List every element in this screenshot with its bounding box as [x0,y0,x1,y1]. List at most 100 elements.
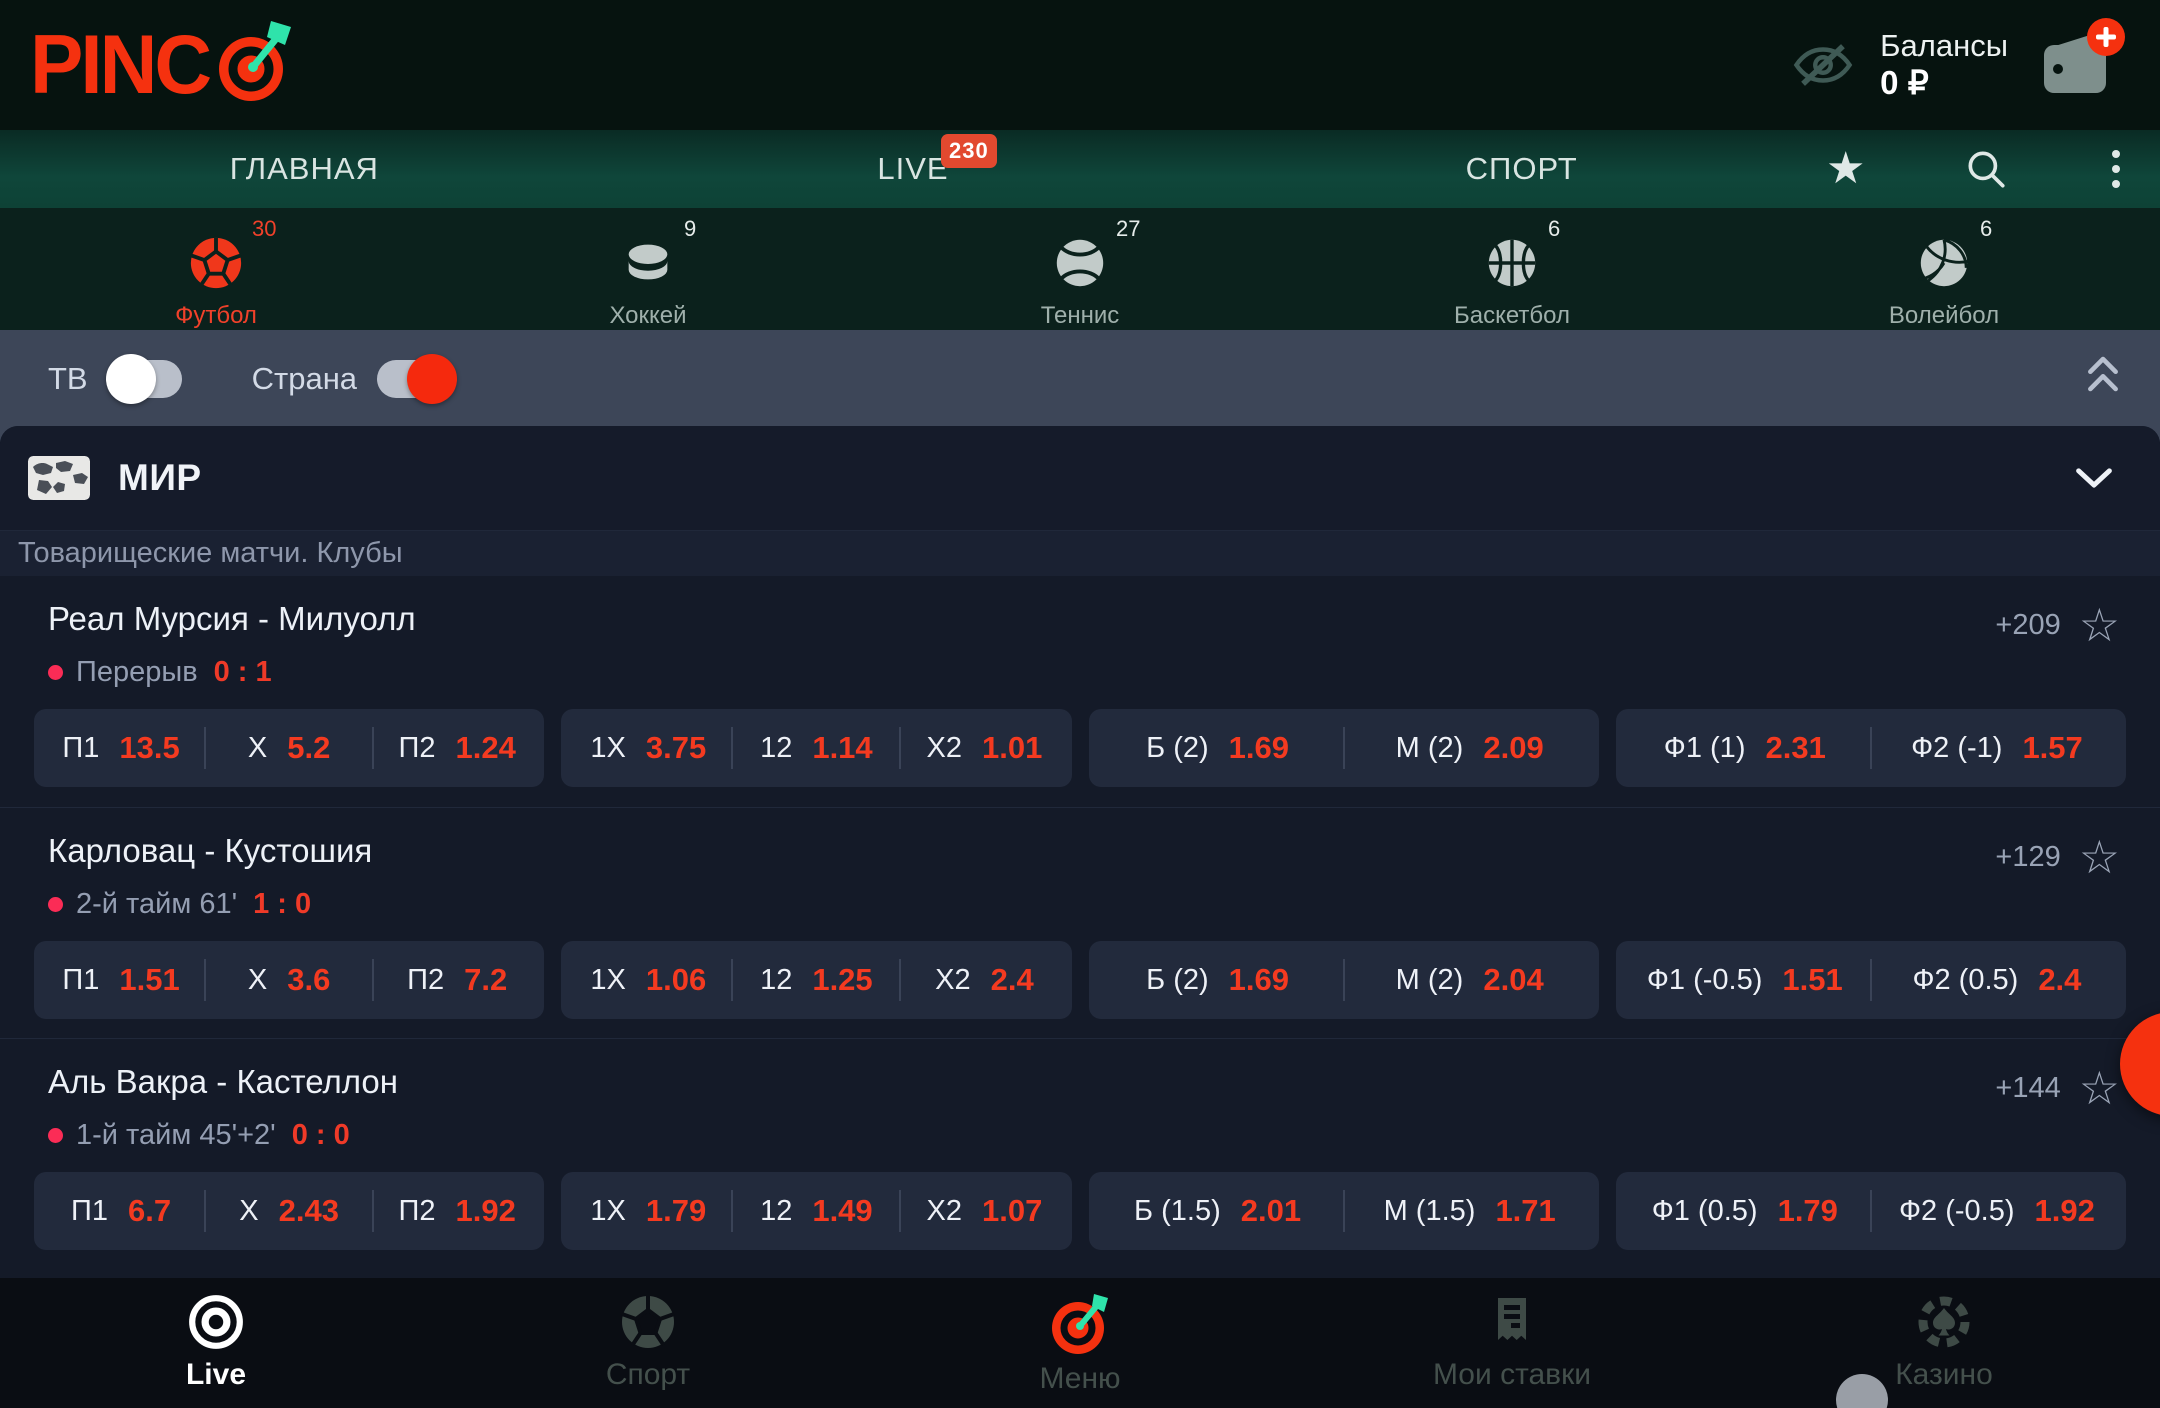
sport-label: Баскетбол [1454,302,1570,330]
more-menu-icon[interactable] [2106,144,2126,194]
tab-glavnaya[interactable]: ГЛАВНАЯ [0,130,609,208]
odd-button[interactable]: П113.5 [38,709,204,787]
odd-button[interactable]: Х22.4 [901,941,1067,1019]
odd-button[interactable]: 1Х1.06 [565,941,731,1019]
country-toggle[interactable] [377,360,451,398]
wallet-button[interactable] [2034,25,2120,105]
odd-button[interactable]: П11.51 [38,941,204,1019]
sport-count: 9 [684,216,696,242]
odd-button[interactable]: Ф2 (-1)1.57 [1872,709,2122,787]
odd-button[interactable]: Х5.2 [206,709,372,787]
bottom-nav-my-bets[interactable]: Мои ставки [1296,1278,1728,1408]
odd-button[interactable]: Х3.6 [206,941,372,1019]
hockey-icon [617,234,679,292]
odds-group-1x2: П113.5 Х5.2 П21.24 [34,709,544,787]
sport-item-hockey[interactable]: 9 Хоккей [432,208,864,330]
bottom-nav-live[interactable]: Live [0,1278,432,1408]
odd-button[interactable]: П27.2 [374,941,540,1019]
balance-value: 0 ₽ [1880,64,1929,102]
match-title[interactable]: Реал Мурсия - Милуолл [48,600,416,638]
live-count-badge: 230 [941,134,997,168]
odds-group-total: Б (2)1.69 М (2)2.04 [1089,941,1599,1019]
favorite-star-icon[interactable]: ☆ [2079,602,2120,648]
top-header: PINC Балансы 0 ₽ [0,0,2160,130]
bet-slip-icon [1482,1292,1542,1352]
tab-live[interactable]: LIVE 230 [609,130,1218,208]
live-target-icon [186,1292,246,1352]
odd-button[interactable]: П21.24 [374,709,540,787]
sport-item-volleyball[interactable]: 6 Волейбол [1728,208,2160,330]
odd-button[interactable]: Б (2)1.69 [1093,709,1343,787]
league-bar: Товарищеские матчи. Клубы [0,530,2160,576]
odd-button[interactable]: М (2)2.04 [1345,941,1595,1019]
odds-group-handicap: Ф1 (0.5)1.79 Ф2 (-0.5)1.92 [1616,1172,2126,1250]
odd-button[interactable]: 1Х3.75 [565,709,731,787]
bottom-nav-casino[interactable]: Казино [1728,1278,2160,1408]
favorite-star-icon[interactable]: ☆ [2079,834,2120,880]
live-dot-icon [48,897,63,912]
match-period: 2-й тайм 61' [76,888,237,921]
bottom-nav-sport[interactable]: Спорт [432,1278,864,1408]
odd-button[interactable]: П21.92 [374,1172,540,1250]
match-row: Реал Мурсия - Милуолл Перерыв 0 : 1 +209… [0,576,2160,807]
match-period: Перерыв [76,656,198,689]
football-icon [185,234,247,292]
sport-label: Футбол [175,302,257,330]
markets-more-count[interactable]: +144 [1995,1072,2060,1105]
odds-group-total: Б (1.5)2.01 М (1.5)1.71 [1089,1172,1599,1250]
balance-visibility-icon[interactable] [1792,40,1854,90]
match-status-row: 2-й тайм 61' 1 : 0 [48,888,372,921]
sport-label: Волейбол [1889,302,1999,330]
match-status-row: Перерыв 0 : 1 [48,656,416,689]
tab-sport[interactable]: СПОРТ [1217,130,1826,208]
odd-button[interactable]: Х21.07 [901,1172,1067,1250]
favorites-star-icon[interactable]: ★ [1826,147,1865,191]
sport-item-football[interactable]: 30 Футбол [0,208,432,330]
match-row: Аль Вакра - Кастеллон 1-й тайм 45'+2' 0 … [0,1038,2160,1269]
odd-button[interactable]: Ф1 (1)2.31 [1620,709,1870,787]
match-score: 1 : 0 [253,888,311,921]
odd-button[interactable]: М (2)2.09 [1345,709,1595,787]
markets-more-count[interactable]: +129 [1995,841,2060,874]
odd-button[interactable]: 121.49 [733,1172,899,1250]
odd-button[interactable]: М (1.5)1.71 [1345,1172,1595,1250]
live-dot-icon [48,665,63,680]
region-row-mir[interactable]: МИР [0,426,2160,530]
odd-button[interactable]: Х21.01 [901,709,1067,787]
app-screen: PINC Балансы 0 ₽ [0,0,2160,1408]
search-icon[interactable] [1963,146,2009,192]
markets-more-count[interactable]: +209 [1995,609,2060,642]
logo-target-icon [207,17,299,109]
odd-button[interactable]: 1Х1.79 [565,1172,731,1250]
sport-item-tennis[interactable]: 27 Теннис [864,208,1296,330]
odd-button[interactable]: П16.7 [38,1172,204,1250]
bottom-nav-label: Казино [1895,1358,1993,1392]
tab-label: ГЛАВНАЯ [230,151,379,187]
odd-button[interactable]: Ф1 (0.5)1.79 [1620,1172,1870,1250]
balance-block[interactable]: Балансы 0 ₽ [1880,28,2008,102]
odd-button[interactable]: Б (1.5)2.01 [1093,1172,1343,1250]
menu-brand-target-icon [1048,1292,1112,1356]
odd-button[interactable]: 121.25 [733,941,899,1019]
odds-group-double-chance: 1Х3.75 121.14 Х21.01 [561,709,1071,787]
match-title[interactable]: Карловац - Кустошия [48,832,372,870]
sport-label: Хоккей [609,302,686,330]
header-right: Балансы 0 ₽ [1792,25,2120,105]
odd-button[interactable]: Б (2)1.69 [1093,941,1343,1019]
pinco-logo[interactable]: PINC [30,21,299,109]
odd-button[interactable]: 121.14 [733,709,899,787]
sport-item-basketball[interactable]: 6 Баскетбол [1296,208,1728,330]
odd-button[interactable]: Ф2 (-0.5)1.92 [1872,1172,2122,1250]
casino-chip-icon [1914,1292,1974,1352]
tv-toggle[interactable] [108,360,182,398]
odd-button[interactable]: Ф1 (-0.5)1.51 [1620,941,1870,1019]
soccer-ball-icon [618,1292,678,1352]
match-title[interactable]: Аль Вакра - Кастеллон [48,1063,398,1101]
bottom-nav-menu[interactable]: Меню [864,1278,1296,1408]
bottom-nav-label: Меню [1039,1362,1120,1396]
collapse-all-button[interactable] [2082,351,2124,408]
favorite-star-icon[interactable]: ☆ [2079,1065,2120,1111]
odd-button[interactable]: Ф2 (0.5)2.4 [1872,941,2122,1019]
odd-button[interactable]: Х2.43 [206,1172,372,1250]
main-nav: ГЛАВНАЯ LIVE 230 СПОРТ ★ [0,130,2160,208]
